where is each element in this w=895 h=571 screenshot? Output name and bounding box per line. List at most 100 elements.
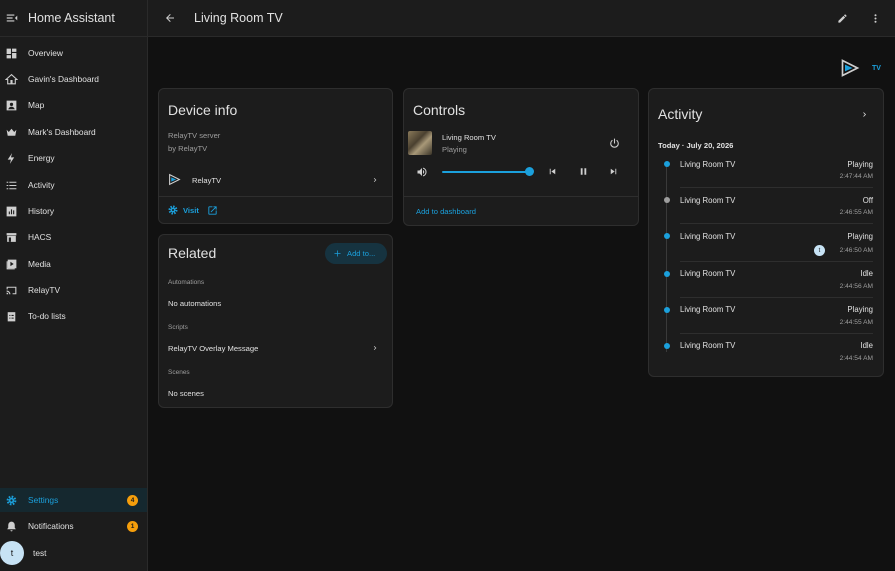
divider: [680, 187, 873, 188]
gear-icon: [168, 205, 178, 215]
home-icon: [5, 73, 18, 84]
chevron-right-icon: [373, 346, 377, 350]
more-vertical-icon[interactable]: [870, 13, 881, 24]
scenes-value: No scenes: [168, 389, 204, 398]
sidebar: Home Assistant Overview Gavin's Dashboar…: [0, 0, 148, 571]
chevron-right-icon[interactable]: [860, 110, 869, 119]
scenes-header: Scenes: [168, 369, 190, 376]
sidebar-item-label: Mark's Dashboard: [28, 127, 96, 137]
scripts-header: Scripts: [168, 324, 188, 331]
divider: [680, 333, 873, 334]
top-actions: [837, 0, 895, 37]
divider: [680, 223, 873, 224]
logo-text: TV: [872, 64, 881, 72]
activity-entry-time: 2:44:56 AM: [839, 283, 873, 290]
volume-icon[interactable]: [416, 166, 428, 178]
pencil-icon[interactable]: [837, 13, 848, 24]
sidebar-item-activity[interactable]: Activity: [0, 173, 147, 197]
sidebar-item-label: RelayTV: [28, 285, 61, 295]
relaytv-logo-icon: [841, 59, 860, 77]
timeline-dot: [663, 307, 670, 313]
add-to-dashboard-link[interactable]: Add to dashboard: [416, 207, 476, 216]
activity-entry-name[interactable]: Living Room TV: [680, 232, 735, 241]
sidebar-item-map[interactable]: Map: [0, 93, 147, 117]
sidebar-item-history[interactable]: History: [0, 199, 147, 223]
user-name: test: [33, 548, 47, 558]
activity-entry-name[interactable]: Living Room TV: [680, 160, 735, 169]
sidebar-item-todo-lists[interactable]: To-do lists: [0, 304, 147, 328]
pause-icon[interactable]: [578, 166, 589, 177]
timeline-dot: [663, 233, 670, 239]
skip-next-icon[interactable]: [608, 166, 619, 177]
activity-entry-time: 2:47:44 AM: [839, 173, 873, 180]
sidebar-item-label: Gavin's Dashboard: [28, 74, 99, 84]
page-title: Living Room TV: [194, 11, 283, 25]
menu-icon[interactable]: [5, 11, 19, 25]
sidebar-item-label: Media: [28, 259, 51, 269]
sidebar-item-marks-dashboard[interactable]: Mark's Dashboard: [0, 120, 147, 144]
activity-entry-name[interactable]: Living Room TV: [680, 341, 735, 350]
open-in-new-icon: [208, 205, 217, 215]
sidebar-item-relaytv[interactable]: RelayTV: [0, 278, 147, 302]
sidebar-item-label: Overview: [28, 48, 63, 58]
sidebar-item-label: Energy: [28, 153, 55, 163]
media-name: Living Room TV: [442, 133, 496, 142]
sidebar-item-label: History: [28, 206, 55, 216]
top-bar: Living Room TV: [148, 0, 895, 37]
activity-entry-state: Off: [862, 196, 873, 205]
add-to-button[interactable]: Add to...: [325, 243, 387, 264]
sidebar-item-label: Map: [28, 100, 45, 110]
automations-value: No automations: [168, 299, 222, 308]
media-state: Playing: [442, 145, 467, 154]
plus-icon: [334, 250, 341, 257]
overview-icon: [6, 48, 17, 58]
activity-entry-name[interactable]: Living Room TV: [680, 269, 735, 278]
app-title: Home Assistant: [28, 11, 115, 25]
sidebar-item-settings[interactable]: Settings 4: [0, 488, 147, 512]
integration-row[interactable]: RelayTV: [158, 168, 393, 192]
visit-link[interactable]: Visit: [167, 203, 218, 217]
sidebar-item-notifications[interactable]: Notifications 1: [0, 514, 147, 538]
crown-icon: [6, 128, 17, 136]
sidebar-item-overview[interactable]: Overview: [0, 41, 147, 65]
sidebar-item-label: HACS: [28, 232, 52, 242]
volume-slider-thumb[interactable]: [525, 167, 534, 176]
sidebar-item-hacs[interactable]: HACS: [0, 225, 147, 249]
activity-entry-state: Idle: [860, 269, 873, 278]
activity-entry-time: 2:46:50 AM: [839, 247, 873, 254]
related-title: Related: [168, 245, 217, 261]
list-icon: [6, 181, 17, 189]
activity-entry-name[interactable]: Living Room TV: [680, 305, 735, 314]
back-arrow-icon[interactable]: [164, 12, 176, 24]
controls-title: Controls: [413, 102, 466, 118]
activity-entry-state: Playing: [847, 305, 873, 314]
device-info-title: Device info: [168, 102, 238, 118]
activity-entry-time: 2:44:55 AM: [839, 319, 873, 326]
sidebar-item-label: Activity: [28, 180, 55, 190]
script-item[interactable]: RelayTV Overlay Message: [158, 339, 393, 359]
sidebar-item-gavins-dashboard[interactable]: Gavin's Dashboard: [0, 67, 147, 91]
divider: [404, 196, 638, 197]
activity-title: Activity: [658, 106, 703, 122]
volume-slider-track[interactable]: [442, 171, 529, 173]
map-icon: [6, 100, 17, 110]
power-icon[interactable]: [608, 137, 621, 150]
timeline-dot: [663, 343, 670, 349]
timeline-dot: [663, 197, 670, 203]
media-thumbnail[interactable]: [408, 131, 432, 155]
sidebar-item-label: Notifications: [28, 521, 74, 531]
divider: [680, 261, 873, 262]
sidebar-item-energy[interactable]: Energy: [0, 146, 147, 170]
activity-entry-state: Idle: [860, 341, 873, 350]
skip-previous-icon[interactable]: [547, 166, 558, 177]
activity-entry-name[interactable]: Living Room TV: [680, 196, 735, 205]
divider: [159, 196, 392, 197]
avatar: t: [814, 245, 825, 256]
chart-icon: [6, 206, 17, 216]
clipboard-icon: [7, 311, 16, 321]
sidebar-item-media[interactable]: Media: [0, 252, 147, 276]
sidebar-item-user[interactable]: t test: [0, 540, 147, 566]
divider: [680, 297, 873, 298]
cast-icon: [6, 286, 17, 294]
integration-name: RelayTV: [192, 176, 222, 185]
